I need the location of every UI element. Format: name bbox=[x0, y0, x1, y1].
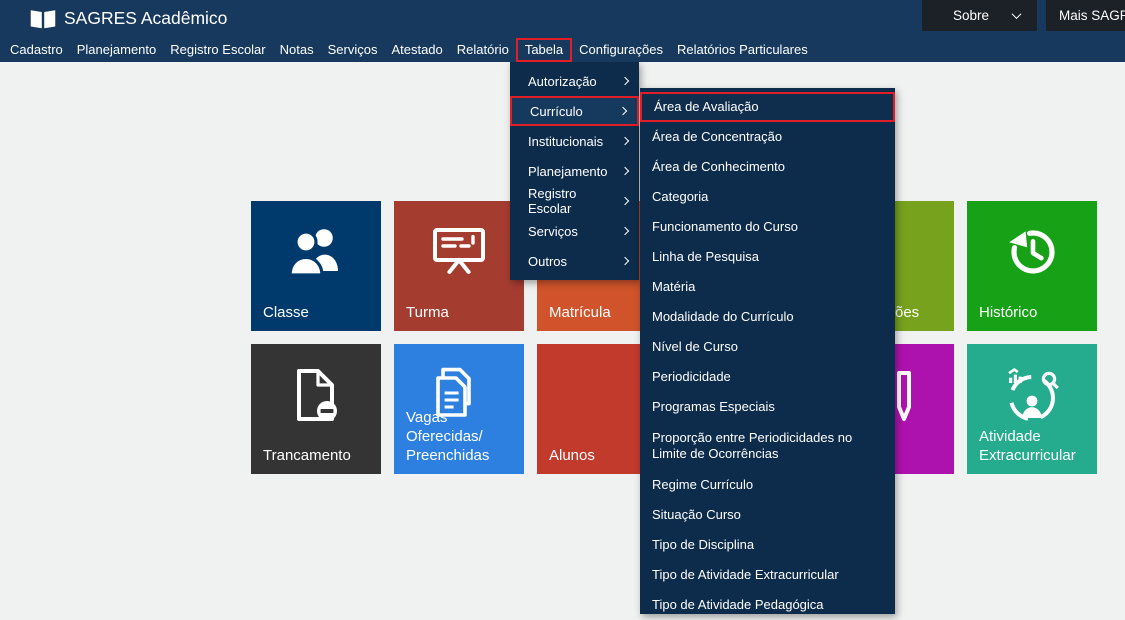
tile-label: Atividade Extracurricular bbox=[979, 427, 1076, 465]
dropdown-curriculo[interactable]: Currículo bbox=[510, 96, 639, 126]
submenu-linha-de-pesquisa[interactable]: Linha de Pesquisa bbox=[640, 242, 895, 272]
chevron-right-icon bbox=[621, 227, 629, 235]
submenu-area-de-concentracao[interactable]: Área de Concentração bbox=[640, 122, 895, 152]
dropdown-autorizacao[interactable]: Autorização bbox=[510, 66, 639, 96]
menu-tabela[interactable]: Tabela bbox=[516, 38, 572, 62]
chevron-right-icon bbox=[621, 77, 629, 85]
tile-label: Matrícula bbox=[549, 303, 611, 322]
dropdown-planejamento[interactable]: Planejamento bbox=[510, 156, 639, 186]
submenu-periodicidade[interactable]: Periodicidade bbox=[640, 362, 895, 392]
chevron-right-icon bbox=[621, 197, 629, 205]
submenu-proporcao-periodicidades[interactable]: Proporção entre Periodicidades no Limite… bbox=[640, 422, 895, 470]
history-clock-icon bbox=[1004, 223, 1060, 284]
tile-vagas-oferecidas-preenchidas[interactable]: Vagas Oferecidas/ Preenchidas bbox=[394, 344, 524, 474]
mais-sagres-button[interactable]: Mais SAGRES bbox=[1046, 0, 1125, 31]
menu-relatorio[interactable]: Relatório bbox=[450, 37, 516, 62]
open-book-icon bbox=[29, 7, 57, 36]
chevron-right-icon bbox=[621, 167, 629, 175]
submenu-nivel-de-curso[interactable]: Nível de Curso bbox=[640, 332, 895, 362]
menu-cadastro[interactable]: Cadastro bbox=[3, 37, 70, 62]
submenu-area-de-avaliacao[interactable]: Área de Avaliação bbox=[640, 92, 895, 122]
tile-historico[interactable]: Histórico bbox=[967, 201, 1097, 331]
dropdown-outros[interactable]: Outros bbox=[510, 246, 639, 276]
dropdown-servicos[interactable]: Serviços bbox=[510, 216, 639, 246]
menu-atestado[interactable]: Atestado bbox=[384, 37, 449, 62]
submenu-tipo-atividade-extracurricular[interactable]: Tipo de Atividade Extracurricular bbox=[640, 560, 895, 590]
tile-atividade-extracurricular[interactable]: Atividade Extracurricular bbox=[967, 344, 1097, 474]
menu-registro-escolar[interactable]: Registro Escolar bbox=[163, 37, 272, 62]
submenu-funcionamento-do-curso[interactable]: Funcionamento do Curso bbox=[640, 212, 895, 242]
tile-label: Histórico bbox=[979, 303, 1037, 322]
submenu-materia[interactable]: Matéria bbox=[640, 272, 895, 302]
document-minus-icon bbox=[289, 366, 343, 429]
submenu-regime-curriculo[interactable]: Regime Currículo bbox=[640, 470, 895, 500]
app-title: SAGRES Acadêmico bbox=[64, 0, 227, 37]
chevron-down-icon bbox=[1012, 9, 1022, 19]
menu-relatorios-particulares[interactable]: Relatórios Particulares bbox=[670, 37, 815, 62]
menu-servicos[interactable]: Serviços bbox=[321, 37, 385, 62]
tile-trancamento[interactable]: Trancamento bbox=[251, 344, 381, 474]
title-bar: SAGRES Acadêmico Sobre Mais SAGRES bbox=[0, 0, 1125, 37]
sobre-button[interactable]: Sobre bbox=[922, 0, 1037, 31]
dropdown-institucionais[interactable]: Institucionais bbox=[510, 126, 639, 156]
submenu-categoria[interactable]: Categoria bbox=[640, 182, 895, 212]
chevron-right-icon bbox=[619, 107, 627, 115]
curriculo-submenu: Área de Avaliação Área de Concentração Á… bbox=[640, 88, 895, 614]
tile-label: Alunos bbox=[549, 446, 595, 465]
menu-notas[interactable]: Notas bbox=[273, 37, 321, 62]
tile-classe[interactable]: Classe bbox=[251, 201, 381, 331]
dropdown-registro-escolar[interactable]: Registro Escolar bbox=[510, 186, 639, 216]
submenu-tipo-de-disciplina[interactable]: Tipo de Disciplina bbox=[640, 530, 895, 560]
people-icon bbox=[285, 223, 347, 282]
tabela-dropdown-menu: Autorização Currículo Institucionais Pla… bbox=[510, 62, 639, 280]
menu-configuracoes[interactable]: Configurações bbox=[572, 37, 670, 62]
chevron-right-icon bbox=[621, 137, 629, 145]
presentation-board-icon bbox=[430, 223, 488, 282]
menu-planejamento[interactable]: Planejamento bbox=[70, 37, 164, 62]
tile-label: ões bbox=[895, 303, 919, 322]
tile-label: Turma bbox=[406, 303, 449, 322]
activity-search-icon bbox=[1003, 366, 1061, 429]
tile-label: Vagas Oferecidas/ Preenchidas bbox=[406, 408, 524, 465]
submenu-modalidade-do-curriculo[interactable]: Modalidade do Currículo bbox=[640, 302, 895, 332]
main-menubar: Cadastro Planejamento Registro Escolar N… bbox=[0, 37, 1125, 62]
chevron-right-icon bbox=[621, 257, 629, 265]
submenu-area-de-conhecimento[interactable]: Área de Conhecimento bbox=[640, 152, 895, 182]
submenu-situacao-curso[interactable]: Situação Curso bbox=[640, 500, 895, 530]
submenu-tipo-atividade-pedagogica[interactable]: Tipo de Atividade Pedagógica bbox=[640, 590, 895, 620]
submenu-programas-especiais[interactable]: Programas Especiais bbox=[640, 392, 895, 422]
tile-turma[interactable]: Turma bbox=[394, 201, 524, 331]
tile-label: Classe bbox=[263, 303, 309, 322]
tile-label: Trancamento bbox=[263, 446, 351, 465]
